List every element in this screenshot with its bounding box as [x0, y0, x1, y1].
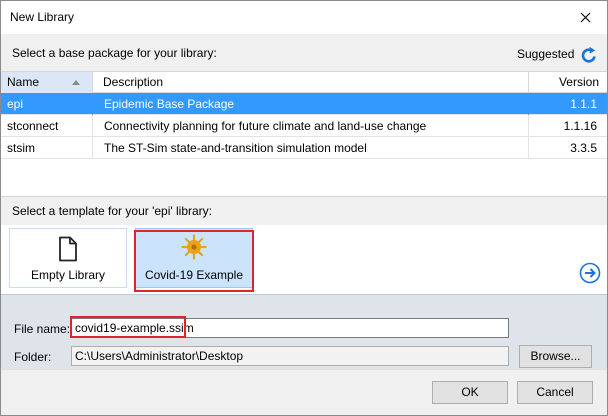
folder-label: Folder: [14, 350, 52, 364]
browse-button[interactable]: Browse... [519, 345, 592, 368]
base-package-section: Select a base package for your library: … [1, 34, 607, 196]
table-row[interactable]: stsim The ST-Sim state-and-transition si… [1, 137, 607, 159]
template-prompt: Select a template for your 'epi' library… [12, 204, 213, 218]
highlight-box [134, 230, 254, 292]
highlight-box [70, 316, 186, 338]
cell-name: stsim [1, 137, 93, 159]
cell-version: 1.1.1 [570, 97, 597, 111]
arrow-right-icon[interactable] [579, 262, 601, 284]
refresh-icon[interactable] [580, 46, 598, 64]
cell-description: Connectivity planning for future climate… [93, 115, 529, 137]
grid-header: Name Description Version [1, 72, 607, 93]
cell-name: epi [1, 93, 93, 115]
column-header-description[interactable]: Description [93, 72, 529, 93]
column-header-version[interactable]: Version [529, 72, 607, 93]
template-label: Empty Library [30, 268, 106, 282]
ok-button[interactable]: OK [432, 381, 508, 404]
new-library-dialog: New Library Select a base package for yo… [0, 0, 608, 416]
template-section: Select a template for your 'epi' library… [1, 196, 607, 318]
template-list: Empty Library Covid-19 Example [1, 225, 607, 318]
cell-name: stconnect [1, 115, 93, 137]
suggested-label: Suggested [517, 47, 575, 61]
cancel-button[interactable]: Cancel [517, 381, 593, 404]
package-grid: Name Description Version epi Epidemic Ba… [1, 71, 607, 196]
folder-field: C:\Users\Administrator\Desktop [71, 346, 509, 366]
window-title: New Library [10, 10, 75, 24]
base-package-prompt: Select a base package for your library: [12, 46, 217, 60]
file-section: File name: covid19-example.ssim Folder: … [1, 294, 607, 415]
cell-description: Epidemic Base Package [93, 93, 529, 115]
sort-ascending-icon [72, 80, 80, 85]
close-icon[interactable] [570, 5, 600, 29]
template-empty-library[interactable]: Empty Library [9, 228, 127, 288]
cell-description: The ST-Sim state-and-transition simulati… [93, 137, 529, 159]
table-row[interactable]: stconnect Connectivity planning for futu… [1, 115, 607, 137]
cell-version: 3.3.5 [570, 141, 597, 155]
cell-version: 1.1.16 [563, 119, 597, 133]
file-name-label: File name: [14, 322, 71, 336]
table-row[interactable]: epi Epidemic Base Package 1.1.1 [1, 93, 607, 115]
title-bar: New Library [1, 1, 607, 34]
document-icon [59, 236, 77, 262]
